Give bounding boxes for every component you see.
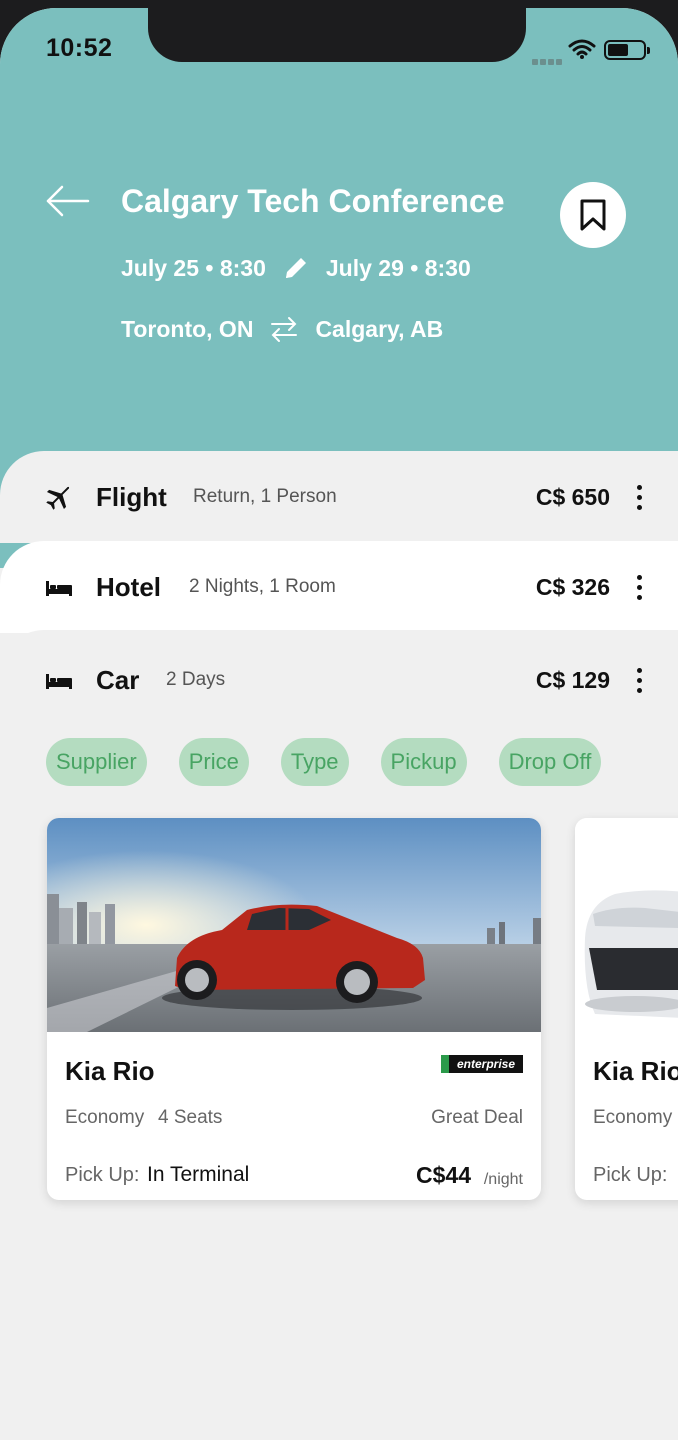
car-photo	[575, 818, 678, 1032]
trip-dates: July 25 • 8:30 July 29 • 8:30	[121, 252, 471, 284]
filter-chip-type[interactable]: Type	[280, 738, 349, 786]
status-icons	[532, 38, 652, 65]
airplane-icon	[46, 486, 70, 510]
booking-row-car[interactable]: Car 2 Days C$ 129	[0, 630, 678, 730]
pickup-label: Pick Up:	[593, 1164, 668, 1186]
destination-city: Calgary, AB	[315, 315, 444, 342]
bed-icon	[46, 674, 72, 689]
pickup-value: In Terminal	[147, 1163, 250, 1186]
pencil-icon[interactable]	[282, 254, 310, 282]
booking-details: 2 Days	[166, 669, 226, 690]
device-notch	[148, 8, 526, 62]
bed-icon	[46, 581, 72, 596]
filter-chip-pickup[interactable]: Pickup	[380, 738, 467, 786]
car-price: C$44	[416, 1162, 471, 1188]
booking-price: C$ 650	[535, 483, 610, 510]
car-photo	[47, 818, 541, 1032]
booking-title: Car	[96, 664, 140, 695]
status-time: 10:52	[46, 34, 113, 62]
car-name: Kia Rio	[65, 1056, 155, 1086]
filter-chip-drop-off[interactable]: Drop Off	[498, 738, 602, 786]
bookmark-icon	[580, 199, 606, 231]
car-result-card[interactable]: Kia Rio Economy Pick Up:	[575, 818, 678, 1200]
deal-badge: Great Deal	[431, 1107, 523, 1128]
booking-title: Hotel	[96, 571, 161, 602]
start-date: July 25 • 8:30	[121, 254, 266, 281]
wifi-icon	[568, 39, 596, 59]
car-class: Economy	[65, 1107, 145, 1128]
booking-price: C$ 326	[535, 573, 610, 600]
signal-icon	[532, 52, 564, 70]
filter-chip-supplier[interactable]: Supplier	[46, 738, 147, 786]
booking-details: 2 Nights, 1 Room	[189, 576, 336, 597]
trip-title: Calgary Tech Conference	[121, 183, 505, 219]
filter-chip-price[interactable]: Price	[178, 738, 249, 786]
booking-row-flight[interactable]: Flight Return, 1 Person C$ 650	[0, 451, 678, 543]
car-name: Kia Rio	[593, 1056, 678, 1086]
origin-city: Toronto, ON	[121, 315, 254, 342]
back-arrow-icon[interactable]	[44, 183, 92, 219]
bookmark-button[interactable]	[560, 182, 626, 248]
more-options-icon[interactable]	[630, 665, 648, 695]
booking-details: Return, 1 Person	[193, 486, 337, 507]
filter-chips: Supplier Price Type Pickup Drop Off	[46, 738, 633, 786]
booking-price: C$ 129	[535, 666, 610, 693]
swap-arrows-icon[interactable]	[269, 314, 299, 344]
car-class: Economy	[593, 1107, 673, 1128]
price-unit: /night	[483, 1171, 523, 1188]
booking-row-hotel[interactable]: Hotel 2 Nights, 1 Room C$ 326	[0, 541, 678, 633]
enterprise-logo: enterprise	[441, 1055, 523, 1073]
car-seats: 4 Seats	[158, 1107, 223, 1128]
phone-screen: 10:52 Calgary Tech Conference July 25 • …	[0, 8, 678, 1440]
car-result-card[interactable]: Kia Rio enterprise Economy 4 Seats Great…	[47, 818, 541, 1200]
end-date: July 29 • 8:30	[325, 254, 471, 281]
pickup-label: Pick Up:	[65, 1164, 140, 1186]
battery-icon	[604, 40, 650, 60]
more-options-icon[interactable]	[630, 572, 648, 602]
booking-title: Flight	[96, 481, 167, 512]
more-options-icon[interactable]	[630, 482, 648, 512]
trip-route: Toronto, ON Calgary, AB	[121, 313, 443, 345]
